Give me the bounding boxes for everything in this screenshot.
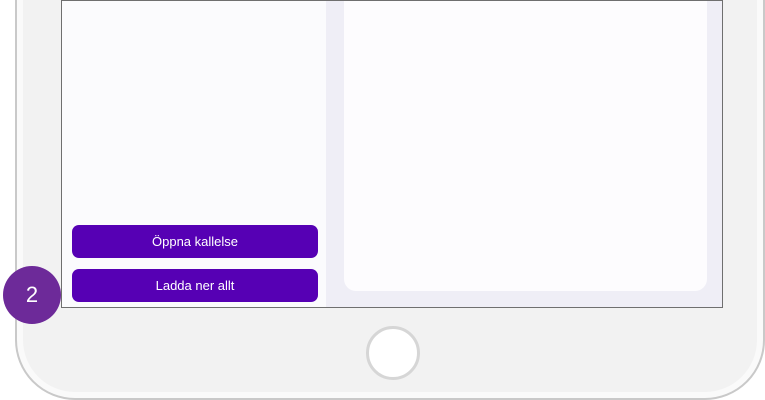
download-all-button[interactable]: Ladda ner allt [72, 269, 318, 302]
tablet-screen: Öppna kallelse Ladda ner allt [61, 0, 723, 308]
step-number-badge: 2 [3, 266, 61, 324]
open-summons-button[interactable]: Öppna kallelse [72, 225, 318, 258]
home-button[interactable] [366, 326, 420, 380]
document-preview-pane [344, 1, 707, 291]
left-pane: Öppna kallelse Ladda ner allt [62, 1, 326, 307]
